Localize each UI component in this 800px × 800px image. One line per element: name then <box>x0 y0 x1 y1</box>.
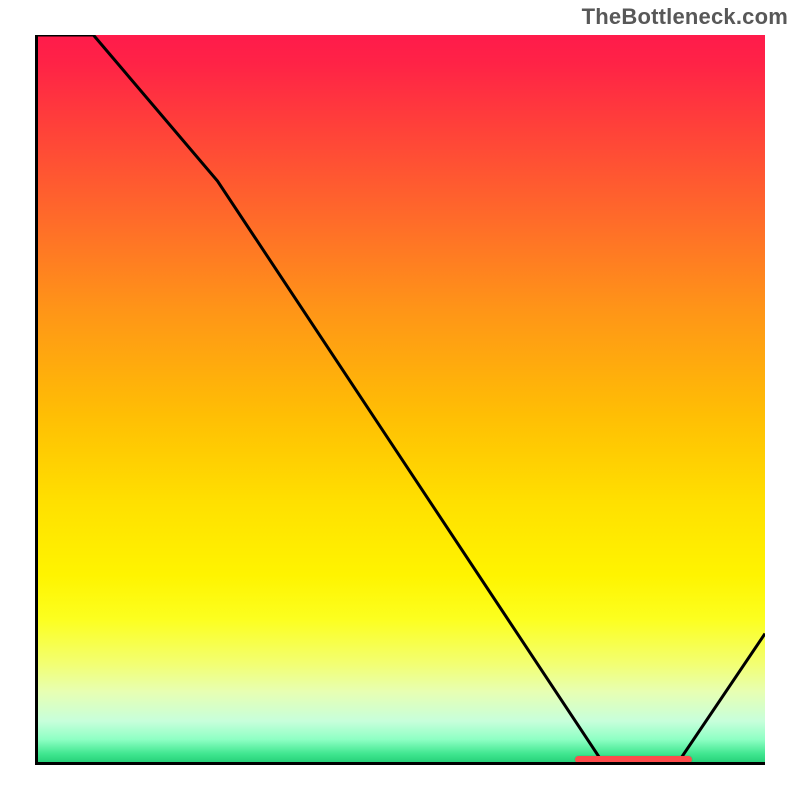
bottleneck-curve <box>35 35 765 765</box>
chart-container: TheBottleneck.com <box>0 0 800 800</box>
optimal-range-marker <box>575 756 692 763</box>
plot-area <box>35 35 765 765</box>
attribution-label: TheBottleneck.com <box>582 4 788 30</box>
